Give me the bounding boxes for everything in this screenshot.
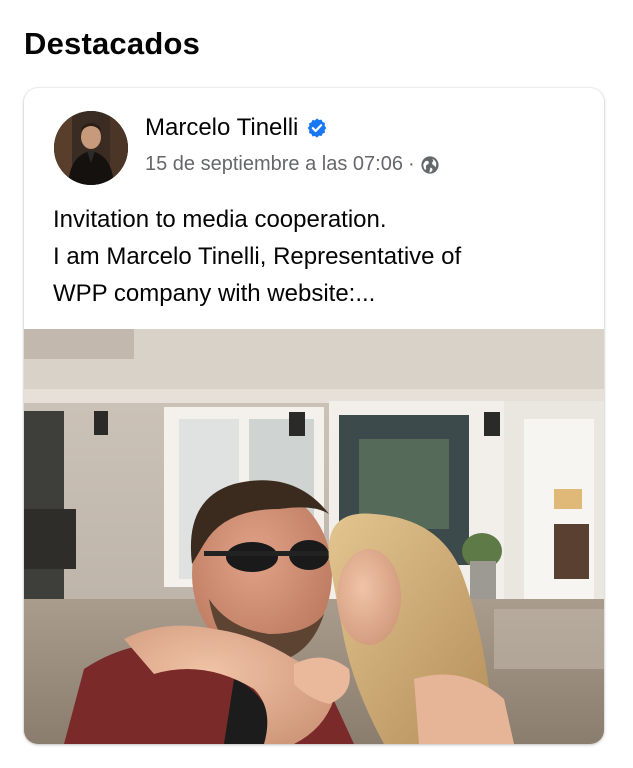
section-title: Destacados xyxy=(24,26,201,61)
author-name[interactable]: Marcelo Tinelli xyxy=(145,114,298,142)
post-photo[interactable] xyxy=(24,329,604,744)
post-text: Invitation to media cooperation. I am Ma… xyxy=(53,201,583,312)
post-text-line: Invitation to media cooperation. xyxy=(53,206,387,233)
highlights-section: Destacados Marcelo Tinelli 15 de septiem… xyxy=(0,0,633,768)
meta-separator: · xyxy=(407,153,415,175)
globe-icon[interactable] xyxy=(420,155,440,175)
avatar-image xyxy=(54,111,128,185)
avatar[interactable] xyxy=(54,111,128,185)
post-text-line: I am Marcelo Tinelli, Representative of xyxy=(53,243,462,270)
verified-badge-icon xyxy=(308,118,327,138)
post-date[interactable]: 15 de septiembre a las 07:06 xyxy=(145,153,403,176)
author-row: Marcelo Tinelli xyxy=(145,114,328,142)
post-meta: 15 de septiembre a las 07:06 · xyxy=(145,153,440,176)
post-text-line[interactable]: WPP company with website:... xyxy=(53,275,583,312)
post-card[interactable]: Marcelo Tinelli 15 de septiembre a las 0… xyxy=(24,88,604,744)
